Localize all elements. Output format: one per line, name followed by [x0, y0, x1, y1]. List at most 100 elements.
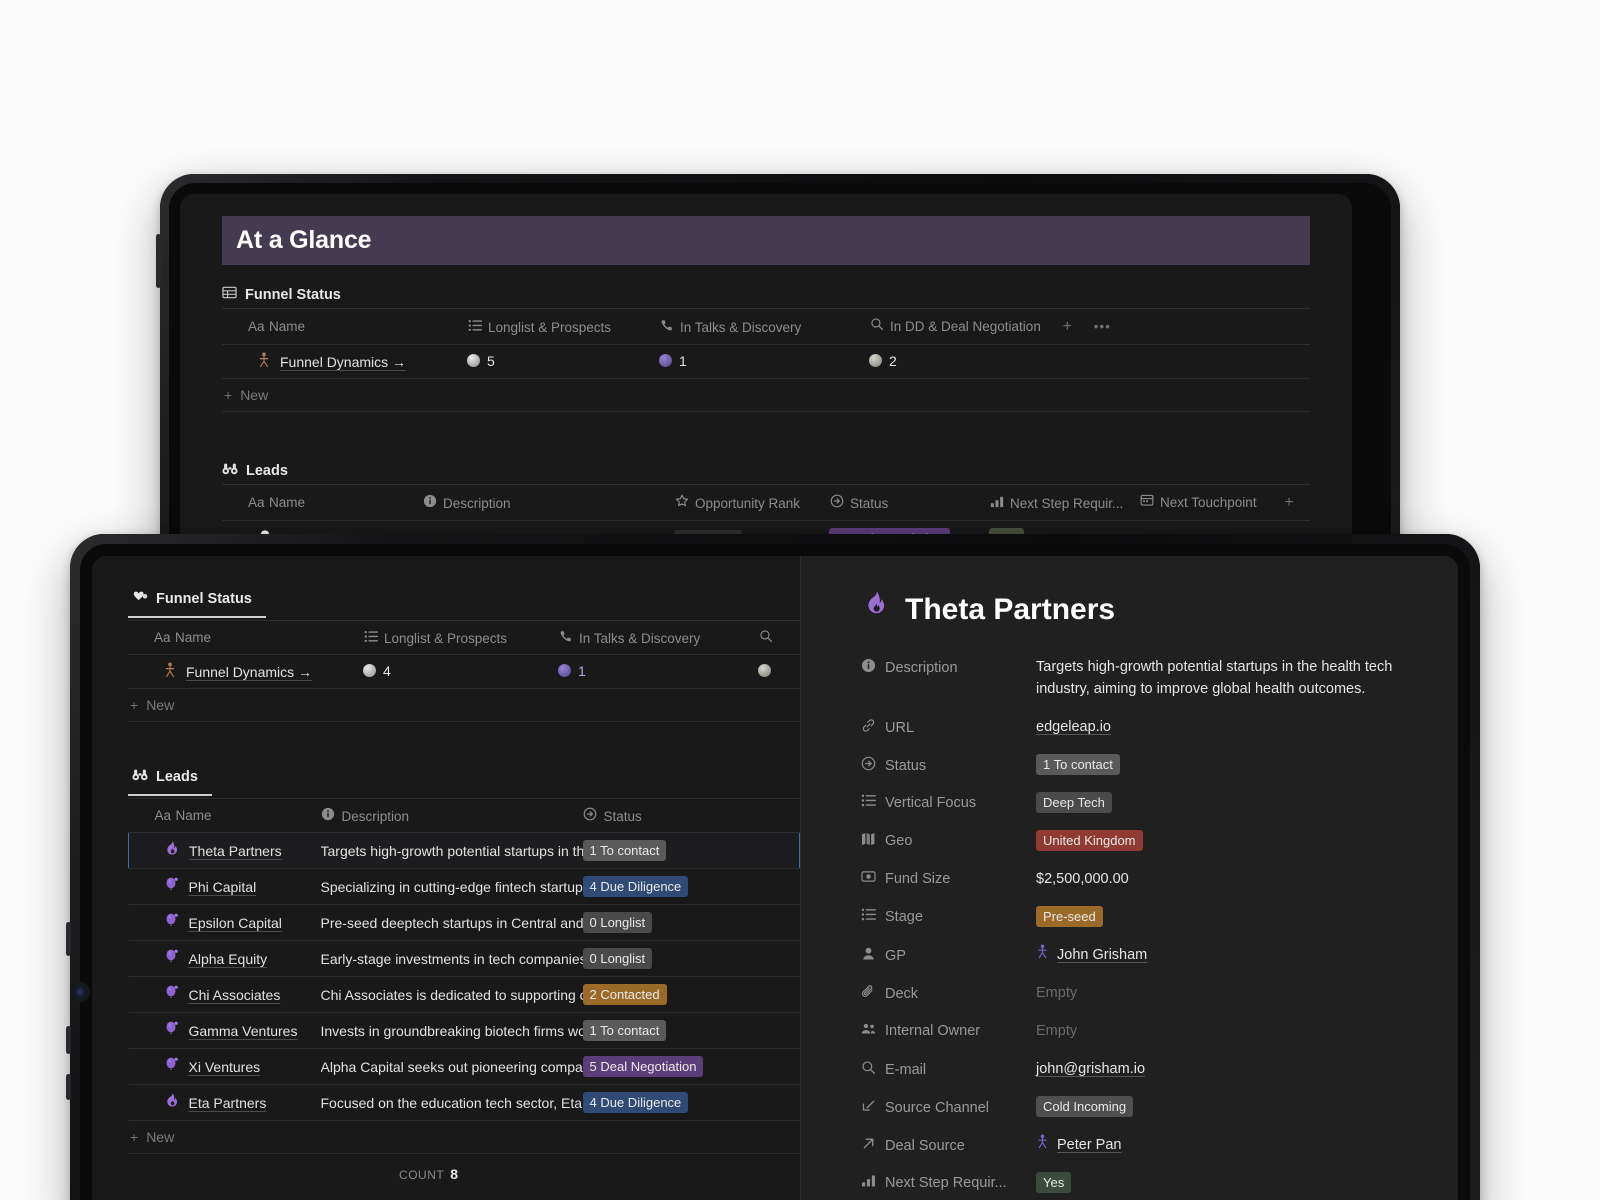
table-row[interactable]: Xi Ventures Alpha Capital seeks out pione…: [128, 1048, 800, 1085]
property-value[interactable]: Pre-seed: [1036, 906, 1420, 928]
property-value[interactable]: $2,500,000.00: [1036, 868, 1420, 890]
property-value[interactable]: John Grisham: [1036, 944, 1420, 966]
cell-name[interactable]: Chi Associates: [128, 976, 321, 1013]
property-label[interactable]: E-mail: [861, 1058, 1036, 1079]
col-header-longlist[interactable]: Longlist & Prospects: [467, 308, 659, 345]
col-header-status[interactable]: Status: [582, 798, 800, 833]
col-header-in-dd[interactable]: In DD & Deal Negotiation + •••: [869, 308, 1310, 345]
detail-property-row[interactable]: Stage Pre-seed: [861, 906, 1420, 928]
cell-description[interactable]: Specializing in cutting-edge fintech sta…: [320, 868, 583, 905]
cell-description[interactable]: Alpha Capital seeks out pioneering compa…: [320, 1048, 583, 1085]
detail-property-row[interactable]: Internal Owner Empty: [861, 1020, 1420, 1042]
table-row[interactable]: Eta Partners Focused on the education tec…: [128, 1084, 800, 1121]
tab-leads[interactable]: Leads: [128, 764, 212, 796]
detail-property-row[interactable]: Status 1 To contact: [861, 754, 1420, 776]
property-link[interactable]: edgeleap.io: [1036, 719, 1111, 735]
new-row-button-funnel-back[interactable]: + New: [222, 379, 1310, 412]
col-header-name[interactable]: Aa Name: [128, 620, 363, 655]
property-value[interactable]: john@grisham.io: [1036, 1058, 1420, 1080]
block-title-leads-back[interactable]: Leads: [222, 456, 1310, 484]
col-header-next-step[interactable]: Next Step Requir...: [989, 484, 1139, 521]
property-value[interactable]: Cold Incoming: [1036, 1096, 1420, 1118]
col-header-in-talks[interactable]: In Talks & Discovery: [659, 308, 869, 345]
detail-property-row[interactable]: Fund Size $2,500,000.00: [861, 868, 1420, 890]
property-link[interactable]: john@grisham.io: [1036, 1061, 1145, 1077]
col-header-name[interactable]: Aa Name: [128, 798, 321, 833]
property-value[interactable]: Empty: [1036, 1020, 1420, 1042]
property-label[interactable]: Deck: [861, 982, 1036, 1003]
property-value[interactable]: Peter Pan: [1036, 1134, 1420, 1156]
table-row[interactable]: Funnel Dynamics → 4 1: [128, 654, 800, 689]
property-label[interactable]: Fund Size: [861, 868, 1036, 887]
property-label[interactable]: Geo: [861, 830, 1036, 849]
table-row[interactable]: Theta Partners Targets high-growth potent…: [128, 832, 800, 869]
cell-name[interactable]: Theta Partners: [128, 832, 321, 869]
cell-name[interactable]: Eta Partners: [128, 1084, 321, 1121]
col-header-next-touchpoint[interactable]: Next Touchpoint + •••: [1139, 484, 1310, 521]
property-value[interactable]: 1 To contact: [1036, 754, 1420, 776]
detail-property-row[interactable]: Deck Empty: [861, 982, 1420, 1004]
col-header-name[interactable]: Aa Name: [222, 308, 467, 345]
detail-property-row[interactable]: GP John Grisham: [861, 944, 1420, 966]
col-header-description[interactable]: Description: [320, 798, 583, 833]
table-row[interactable]: Epsilon Capital Pre-seed deeptech startup…: [128, 904, 800, 941]
volume-up-button[interactable]: [66, 922, 71, 956]
row-name[interactable]: Eta Partners: [189, 1095, 267, 1111]
detail-property-row[interactable]: URL edgeleap.io: [861, 716, 1420, 738]
table-row[interactable]: Phi Capital Specializing in cutting-edge …: [128, 868, 800, 905]
cell-status[interactable]: 4 Due Diligence: [582, 868, 800, 905]
table-row[interactable]: Funnel Dynamics → 5 1 2: [222, 344, 1310, 379]
person-chip[interactable]: Peter Pan: [1036, 1134, 1122, 1156]
block-title-funnel-status[interactable]: Funnel Status: [222, 279, 1310, 308]
detail-property-row[interactable]: Next Step Requir... Yes: [861, 1172, 1420, 1194]
property-label[interactable]: Status: [861, 754, 1036, 775]
property-value[interactable]: Yes: [1036, 1172, 1420, 1194]
add-column-button[interactable]: +: [1284, 494, 1293, 511]
col-header-description[interactable]: Description: [422, 484, 674, 521]
cell-status[interactable]: 2 Contacted: [582, 976, 800, 1013]
row-name[interactable]: Theta Partners: [189, 843, 282, 859]
cell-status[interactable]: 0 Longlist: [582, 940, 800, 977]
property-label[interactable]: Stage: [861, 906, 1036, 925]
table-row[interactable]: Alpha Equity Early-stage investments in t…: [128, 940, 800, 977]
add-column-button[interactable]: +: [1063, 318, 1072, 335]
cell-name[interactable]: Phi Capital: [128, 868, 321, 905]
cell-name[interactable]: Gamma Ventures: [128, 1012, 321, 1049]
volume-button[interactable]: [156, 234, 161, 288]
detail-property-row[interactable]: Geo United Kingdom: [861, 830, 1420, 852]
row-name[interactable]: Phi Capital: [189, 879, 257, 895]
table-row[interactable]: Chi Associates Chi Associates is dedicate…: [128, 976, 800, 1013]
col-header-in-dd[interactable]: [758, 620, 800, 655]
volume-down-button[interactable]: [66, 1026, 71, 1054]
cell-status[interactable]: 1 To contact: [582, 832, 800, 869]
row-name[interactable]: Alpha Equity: [189, 951, 268, 967]
cell-description[interactable]: Early-stage investments in tech companie…: [320, 940, 583, 977]
property-label[interactable]: Description: [861, 656, 1036, 677]
row-name[interactable]: Funnel Dynamics →: [280, 354, 406, 370]
new-row-button-leads-front[interactable]: + New: [128, 1121, 800, 1154]
property-label[interactable]: Source Channel: [861, 1096, 1036, 1117]
tab-funnel-status[interactable]: Funnel Status: [128, 586, 266, 618]
col-header-name[interactable]: Aa Name: [222, 484, 422, 521]
row-name[interactable]: Gamma Ventures: [189, 1023, 298, 1039]
property-value[interactable]: United Kingdom: [1036, 830, 1420, 852]
detail-property-row[interactable]: Vertical Focus Deep Tech: [861, 792, 1420, 814]
cell-description[interactable]: Invests in groundbreaking biotech firms …: [320, 1012, 583, 1049]
cell-description[interactable]: Targets high-growth potential startups i…: [320, 832, 583, 869]
cell-name[interactable]: Alpha Equity: [128, 940, 321, 977]
cell-description[interactable]: Chi Associates is dedicated to supportin…: [320, 976, 583, 1013]
col-header-opportunity-rank[interactable]: Opportunity Rank: [674, 484, 829, 521]
cell-status[interactable]: 4 Due Diligence: [582, 1084, 800, 1121]
count-summary[interactable]: COUNT 8: [128, 1154, 458, 1182]
property-label[interactable]: Deal Source: [861, 1134, 1036, 1155]
cell-status[interactable]: 1 To contact: [582, 1012, 800, 1049]
property-value[interactable]: Empty: [1036, 982, 1420, 1004]
row-name[interactable]: Funnel Dynamics →: [186, 664, 312, 680]
col-header-in-talks[interactable]: In Talks & Discovery: [558, 620, 758, 655]
cell-description[interactable]: Focused on the education tech sector, Et…: [320, 1084, 583, 1121]
col-header-status[interactable]: Status: [829, 484, 989, 521]
cell-name[interactable]: Epsilon Capital: [128, 904, 321, 941]
property-label[interactable]: Next Step Requir...: [861, 1172, 1036, 1191]
new-row-button-funnel-front[interactable]: + New: [128, 689, 800, 722]
row-name[interactable]: Chi Associates: [189, 987, 281, 1003]
